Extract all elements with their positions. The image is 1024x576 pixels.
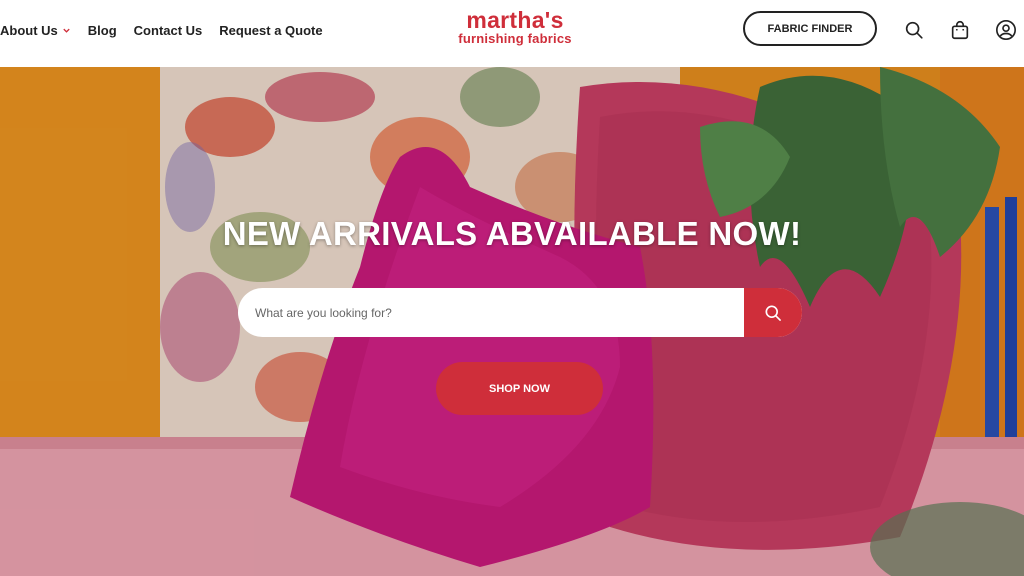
site-header: About Us Blog Contact Us Request a Quote…: [0, 0, 1024, 67]
nav-item-about-us[interactable]: About Us: [0, 23, 71, 38]
logo-tagline: furnishing fabrics: [458, 31, 572, 46]
chevron-down-icon: [63, 28, 70, 33]
search-icon[interactable]: [903, 19, 925, 41]
hero-headline: NEW ARRIVALS ABVAILABLE NOW!: [222, 215, 802, 252]
nav-item-label: About Us: [0, 22, 58, 38]
account-icon[interactable]: [995, 19, 1017, 41]
nav-item-blog[interactable]: Blog: [88, 23, 117, 38]
hero-search-bar: [238, 288, 802, 337]
shop-now-button[interactable]: SHOP NOW: [436, 362, 603, 415]
logo-name: martha's: [466, 7, 564, 33]
shopping-bag-icon[interactable]: [949, 19, 971, 41]
search-submit-button[interactable]: [744, 288, 802, 337]
nav-item-label: Contact Us: [133, 22, 203, 38]
nav-item-label: Request a Quote: [219, 22, 323, 38]
search-icon: [765, 305, 781, 321]
fabric-finder-button[interactable]: FABRIC FINDER: [743, 11, 877, 46]
site-logo[interactable]: martha's furnishing fabrics: [440, 8, 590, 46]
hero-banner: NEW ARRIVALS ABVAILABLE NOW! SHOP NOW: [0, 67, 1024, 576]
nav-item-label: Blog: [87, 22, 117, 38]
nav-item-contact-us[interactable]: Contact Us: [134, 23, 203, 38]
search-input[interactable]: [238, 288, 744, 337]
nav-item-request-quote[interactable]: Request a Quote: [219, 23, 322, 38]
main-nav: About Us Blog Contact Us Request a Quote: [0, 0, 340, 60]
